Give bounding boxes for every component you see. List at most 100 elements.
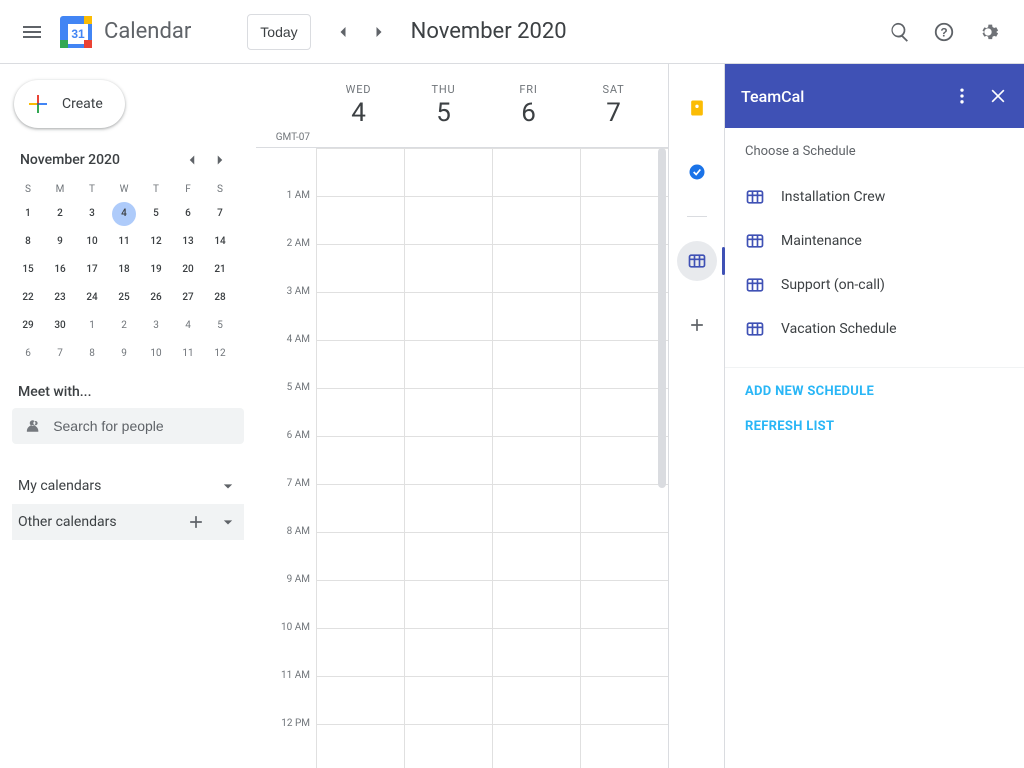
help-icon[interactable]: ? [924, 12, 964, 52]
mini-day[interactable]: 6 [172, 200, 204, 228]
time-slot[interactable] [492, 484, 580, 532]
mini-day[interactable]: 9 [108, 340, 140, 368]
mini-day[interactable]: 9 [44, 228, 76, 256]
mini-day[interactable]: 11 [108, 228, 140, 256]
time-slot[interactable] [492, 628, 580, 676]
time-slot[interactable] [492, 676, 580, 724]
menu-icon[interactable] [8, 8, 56, 56]
time-slot[interactable] [492, 244, 580, 292]
time-slot[interactable] [316, 484, 404, 532]
time-slot[interactable] [580, 196, 668, 244]
mini-day[interactable]: 4 [108, 200, 140, 228]
search-people-field[interactable] [12, 408, 244, 444]
mini-day[interactable]: 21 [204, 256, 236, 284]
close-icon[interactable] [988, 86, 1008, 106]
schedule-item[interactable]: Support (on-call) [745, 263, 1004, 307]
mini-day[interactable]: 17 [76, 256, 108, 284]
create-button[interactable]: Create [14, 80, 125, 128]
mini-day[interactable]: 27 [172, 284, 204, 312]
mini-day[interactable]: 25 [108, 284, 140, 312]
teamcal-addon-icon[interactable] [677, 241, 717, 281]
mini-day[interactable]: 13 [172, 228, 204, 256]
time-slot[interactable] [316, 628, 404, 676]
schedule-item[interactable]: Installation Crew [745, 175, 1004, 219]
time-slot[interactable] [316, 196, 404, 244]
mini-day[interactable]: 5 [140, 200, 172, 228]
mini-day[interactable]: 11 [172, 340, 204, 368]
time-slot[interactable] [580, 484, 668, 532]
mini-day[interactable]: 2 [108, 312, 140, 340]
time-slot[interactable] [492, 292, 580, 340]
time-slot[interactable] [316, 148, 404, 196]
time-slot[interactable] [404, 292, 492, 340]
mini-day[interactable]: 10 [140, 340, 172, 368]
time-slot[interactable] [492, 580, 580, 628]
time-slot[interactable] [580, 676, 668, 724]
time-slot[interactable] [580, 292, 668, 340]
mini-day[interactable]: 8 [76, 340, 108, 368]
time-slot[interactable] [404, 724, 492, 768]
prev-period-button[interactable] [327, 16, 359, 48]
other-calendars-toggle[interactable]: Other calendars [12, 504, 244, 540]
search-icon[interactable] [880, 12, 920, 52]
my-calendars-toggle[interactable]: My calendars [12, 468, 244, 504]
time-slot[interactable] [580, 532, 668, 580]
add-new-schedule-link[interactable]: ADD NEW SCHEDULE [745, 384, 1004, 399]
time-slot[interactable] [580, 628, 668, 676]
mini-day[interactable]: 14 [204, 228, 236, 256]
mini-day[interactable]: 28 [204, 284, 236, 312]
tasks-addon-icon[interactable] [677, 152, 717, 192]
mini-day[interactable]: 5 [204, 312, 236, 340]
time-slot[interactable] [492, 436, 580, 484]
mini-day[interactable]: 24 [76, 284, 108, 312]
mini-day[interactable]: 12 [140, 228, 172, 256]
time-slot[interactable] [404, 580, 492, 628]
day-header[interactable]: FRI6 [486, 64, 571, 147]
time-slot[interactable] [580, 148, 668, 196]
mini-day[interactable]: 19 [140, 256, 172, 284]
mini-day[interactable]: 16 [44, 256, 76, 284]
settings-icon[interactable] [968, 12, 1008, 52]
today-button[interactable]: Today [247, 14, 310, 50]
mini-day[interactable]: 1 [12, 200, 44, 228]
mini-prev-button[interactable] [180, 148, 204, 172]
mini-day[interactable]: 1 [76, 312, 108, 340]
mini-day[interactable]: 10 [76, 228, 108, 256]
time-slot[interactable] [404, 436, 492, 484]
time-slot[interactable] [404, 628, 492, 676]
time-slot[interactable] [580, 436, 668, 484]
day-header[interactable]: SAT7 [571, 64, 656, 147]
time-slot[interactable] [580, 388, 668, 436]
time-slot[interactable] [404, 484, 492, 532]
mini-day[interactable]: 6 [12, 340, 44, 368]
keep-addon-icon[interactable] [677, 88, 717, 128]
mini-day[interactable]: 7 [204, 200, 236, 228]
time-slot[interactable] [492, 196, 580, 244]
time-slot[interactable] [316, 436, 404, 484]
get-addons-icon[interactable] [677, 305, 717, 345]
time-slot[interactable] [580, 244, 668, 292]
time-slot[interactable] [316, 676, 404, 724]
time-slot[interactable] [316, 724, 404, 768]
mini-day[interactable]: 7 [44, 340, 76, 368]
more-icon[interactable] [952, 86, 972, 106]
mini-day[interactable]: 8 [12, 228, 44, 256]
time-slot[interactable] [492, 724, 580, 768]
time-slot[interactable] [580, 580, 668, 628]
time-slot[interactable] [404, 532, 492, 580]
time-slot[interactable] [404, 196, 492, 244]
time-slot[interactable] [404, 244, 492, 292]
time-slot[interactable] [316, 340, 404, 388]
refresh-list-link[interactable]: REFRESH LIST [745, 419, 1004, 434]
search-people-input[interactable] [53, 418, 232, 434]
mini-day[interactable]: 20 [172, 256, 204, 284]
next-period-button[interactable] [363, 16, 395, 48]
time-slot[interactable] [404, 388, 492, 436]
mini-day[interactable]: 3 [140, 312, 172, 340]
mini-day[interactable]: 3 [76, 200, 108, 228]
time-slot[interactable] [316, 388, 404, 436]
schedule-item[interactable]: Maintenance [745, 219, 1004, 263]
time-slot[interactable] [492, 532, 580, 580]
mini-day[interactable]: 22 [12, 284, 44, 312]
add-calendar-icon[interactable] [186, 512, 206, 532]
